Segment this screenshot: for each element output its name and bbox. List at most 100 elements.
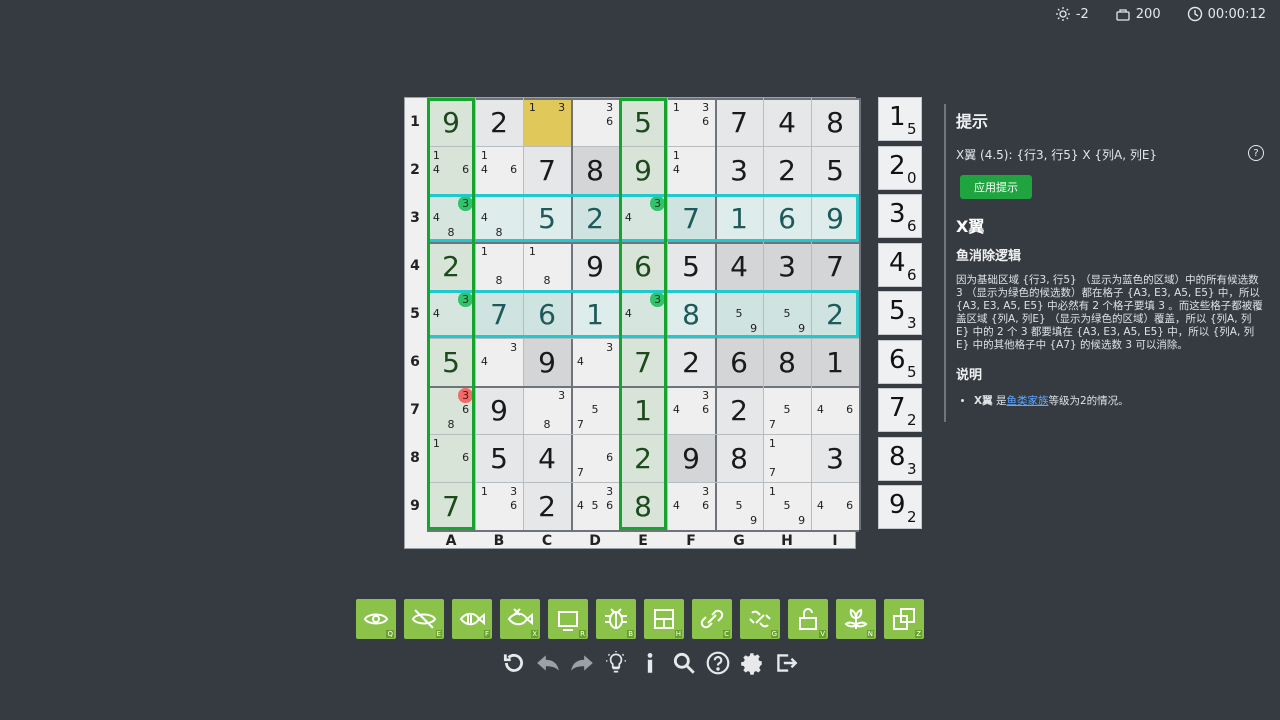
number-button-8[interactable]: 83	[878, 436, 922, 481]
restart-button[interactable]	[500, 648, 528, 678]
number-button-2[interactable]: 20	[878, 145, 922, 190]
number-button-3[interactable]: 36	[878, 194, 922, 238]
sudoku-cell[interactable]: 36	[571, 98, 619, 146]
sudoku-cell[interactable]: 4	[715, 242, 763, 290]
sudoku-cell[interactable]: 2	[475, 98, 523, 146]
sudoku-cell[interactable]: 46	[811, 386, 859, 434]
fish-family-link[interactable]: 鱼类家族	[1006, 395, 1048, 407]
number-button-1[interactable]: 15	[878, 97, 922, 141]
undo-button[interactable]	[534, 648, 562, 678]
sudoku-cell[interactable]: 38	[523, 386, 571, 434]
number-button-5[interactable]: 53	[878, 291, 922, 335]
sudoku-cell[interactable]: 18	[475, 242, 523, 290]
exit-button[interactable]	[772, 648, 800, 678]
tool-eye-button[interactable]: Q	[356, 599, 396, 639]
sudoku-cell[interactable]: 9	[811, 194, 859, 242]
hint-button[interactable]	[602, 648, 630, 678]
sudoku-cell[interactable]: 59	[715, 290, 763, 338]
sudoku-cell[interactable]: 7	[523, 146, 571, 194]
sudoku-cell[interactable]: 3 4 6	[667, 482, 715, 530]
settings-button[interactable]	[738, 648, 766, 678]
sudoku-cell[interactable]: 7	[715, 98, 763, 146]
tool-rect-button[interactable]: R	[548, 599, 588, 639]
sudoku-cell[interactable]: 2	[523, 482, 571, 530]
search-button[interactable]	[670, 648, 698, 678]
sudoku-cell[interactable]: 34	[619, 194, 667, 242]
sudoku-cell[interactable]: 1	[811, 338, 859, 386]
sudoku-cell[interactable]: 8	[667, 290, 715, 338]
sudoku-cell[interactable]: 6	[619, 242, 667, 290]
info-button[interactable]	[636, 648, 664, 678]
sudoku-cell[interactable]: 59	[715, 482, 763, 530]
number-button-9[interactable]: 92	[878, 485, 922, 529]
sudoku-cell[interactable]: 13	[523, 98, 571, 146]
sudoku-cell[interactable]: 3 48	[427, 194, 475, 242]
sudoku-cell[interactable]: 8	[715, 434, 763, 482]
sudoku-cell[interactable]: 8	[763, 338, 811, 386]
sudoku-cell[interactable]: 6	[763, 194, 811, 242]
sudoku-cell[interactable]: 4	[763, 98, 811, 146]
number-button-4[interactable]: 46	[878, 242, 922, 287]
sudoku-cell[interactable]: 7	[667, 194, 715, 242]
sudoku-cell[interactable]: 6	[523, 290, 571, 338]
sudoku-cell[interactable]: 14 6	[475, 146, 523, 194]
help-icon[interactable]: ?	[1248, 145, 1264, 161]
sudoku-cell[interactable]: 5	[619, 98, 667, 146]
sudoku-cell[interactable]: 9	[571, 242, 619, 290]
sudoku-cell[interactable]: 5	[475, 434, 523, 482]
sudoku-cell[interactable]: 14 6	[427, 146, 475, 194]
sudoku-cell[interactable]: 3 4 6	[667, 386, 715, 434]
sudoku-cell[interactable]: 6	[715, 338, 763, 386]
tool-split-button[interactable]: H	[644, 599, 684, 639]
sudoku-cell[interactable]: 59	[763, 290, 811, 338]
sudoku-cell[interactable]: 8	[619, 482, 667, 530]
sudoku-cell[interactable]: 3 456	[571, 482, 619, 530]
sudoku-cell[interactable]: 4	[523, 434, 571, 482]
sudoku-cell[interactable]: 34	[571, 338, 619, 386]
sudoku-cell[interactable]: 34	[475, 338, 523, 386]
number-button-6[interactable]: 65	[878, 339, 922, 384]
sudoku-cell[interactable]: 34	[619, 290, 667, 338]
sudoku-cell[interactable]: 1 36	[475, 482, 523, 530]
sudoku-cell[interactable]: 8	[571, 146, 619, 194]
sudoku-cell[interactable]: 7	[427, 482, 475, 530]
sudoku-cell[interactable]: 2	[619, 434, 667, 482]
sudoku-cell[interactable]: 7	[811, 242, 859, 290]
sudoku-cell[interactable]: 57	[763, 386, 811, 434]
sudoku-cell[interactable]: 34	[427, 290, 475, 338]
sudoku-cell[interactable]: 9	[667, 434, 715, 482]
sudoku-cell[interactable]: 9	[475, 386, 523, 434]
sudoku-cell[interactable]: 46	[811, 482, 859, 530]
tool-fish-x-button[interactable]: X	[500, 599, 540, 639]
sudoku-cell[interactable]: 159	[763, 482, 811, 530]
help-button[interactable]	[704, 648, 732, 678]
sudoku-cell[interactable]: 16	[427, 434, 475, 482]
sudoku-cell[interactable]: 3	[715, 146, 763, 194]
sudoku-cell[interactable]: 1	[619, 386, 667, 434]
sudoku-cell[interactable]: 2	[427, 242, 475, 290]
sudoku-cell[interactable]: 14	[667, 146, 715, 194]
sudoku-cell[interactable]: 7	[619, 338, 667, 386]
sudoku-cell[interactable]: 57	[571, 386, 619, 434]
tool-lock-button[interactable]: V	[788, 599, 828, 639]
sudoku-cell[interactable]: 2	[667, 338, 715, 386]
sudoku-cell[interactable]: 67	[571, 434, 619, 482]
sudoku-cell[interactable]: 9	[427, 98, 475, 146]
sudoku-cell[interactable]: 1	[715, 194, 763, 242]
sudoku-cell[interactable]: 9	[619, 146, 667, 194]
sudoku-cell[interactable]: 7	[475, 290, 523, 338]
tool-chain2-button[interactable]: G	[740, 599, 780, 639]
sudoku-cell[interactable]: 2	[811, 290, 859, 338]
sudoku-board[interactable]: 123456789ABCDEFGHI9213365136748146146789…	[404, 97, 861, 549]
sudoku-cell[interactable]: 5	[523, 194, 571, 242]
sudoku-cell[interactable]: 9	[523, 338, 571, 386]
sudoku-cell[interactable]: 5	[667, 242, 715, 290]
redo-button[interactable]	[568, 648, 596, 678]
sudoku-cell[interactable]: 18	[523, 242, 571, 290]
sudoku-cell[interactable]: 17	[763, 434, 811, 482]
tool-bug-button[interactable]: B	[596, 599, 636, 639]
number-button-7[interactable]: 72	[878, 388, 922, 432]
sudoku-cell[interactable]: 5	[427, 338, 475, 386]
sudoku-cell[interactable]: 2	[715, 386, 763, 434]
sudoku-cell[interactable]: 368	[427, 386, 475, 434]
